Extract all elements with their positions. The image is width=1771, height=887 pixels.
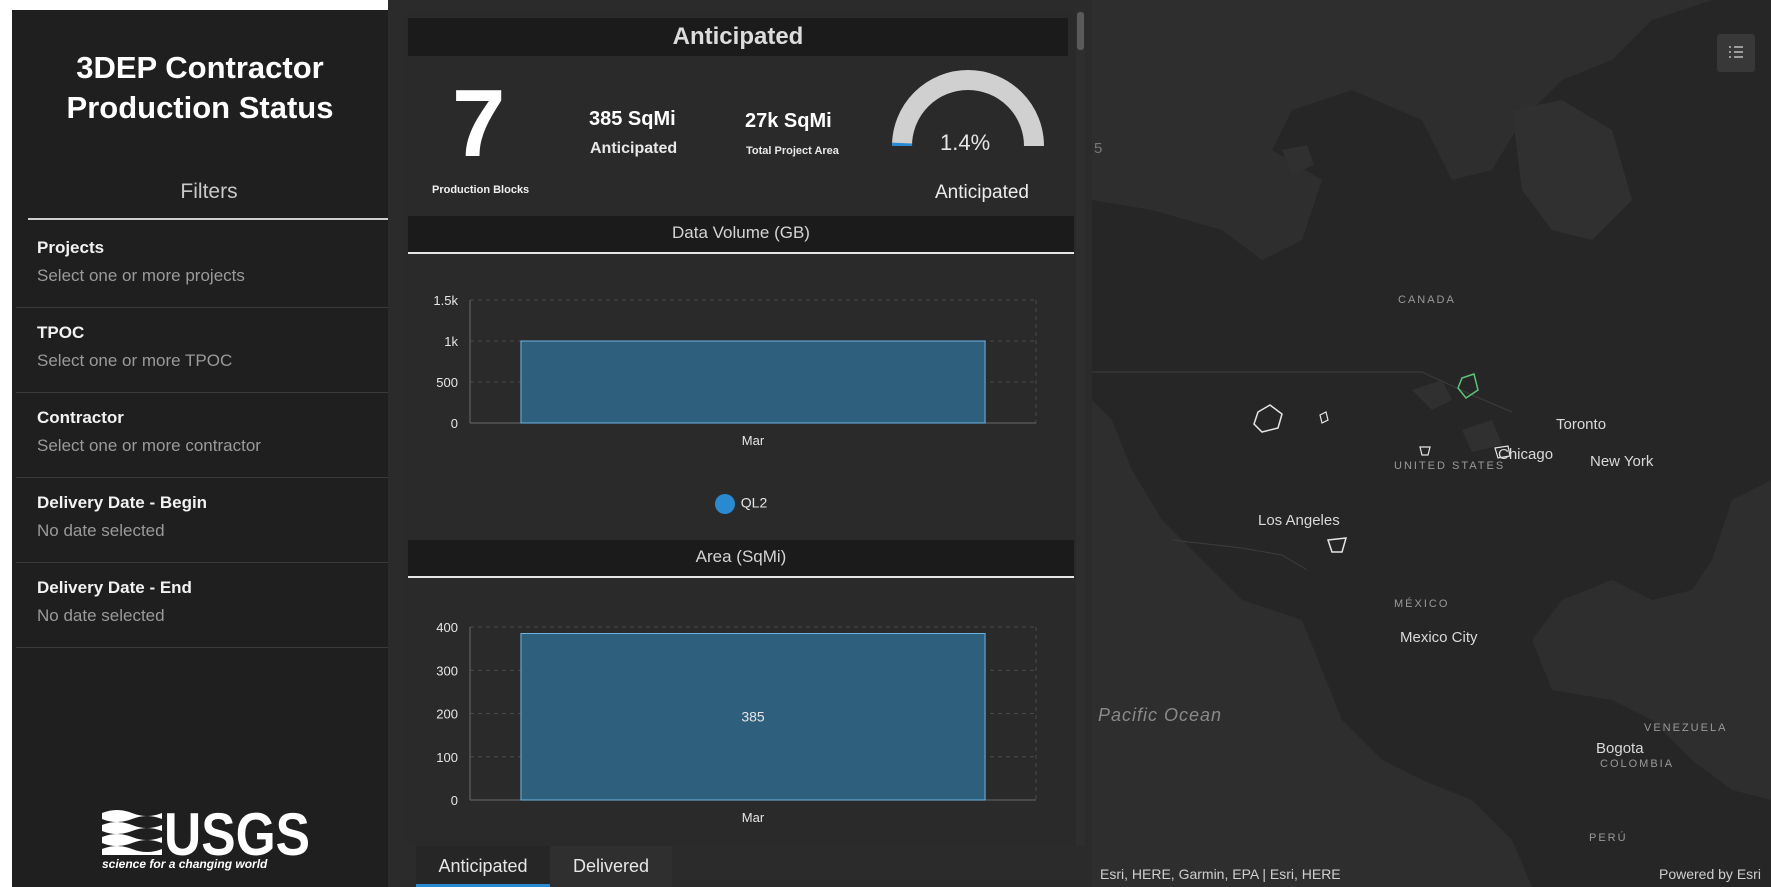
map-view[interactable]: CANADA UNITED STATES MÉXICO VENEZUELA CO… <box>1092 0 1771 887</box>
y-tick-label: 200 <box>436 707 458 722</box>
filter-projects[interactable]: Projects Select one or more projects <box>16 222 388 308</box>
tab-anticipated[interactable]: Anticipated <box>416 846 550 887</box>
map-label-canada: CANADA <box>1398 294 1456 306</box>
area-chart: 0 100 200 300 400 Mar 385 <box>408 580 1074 846</box>
y-tick-label: 0 <box>451 416 458 431</box>
y-tick-label: 1k <box>444 334 458 349</box>
app-title-line-2: Production Status <box>66 90 334 125</box>
usgs-tagline: science for a changing world <box>102 857 268 871</box>
y-tick-label: 0 <box>451 793 458 808</box>
bar <box>520 340 986 424</box>
gauge-value: 1.4% <box>940 130 991 155</box>
app-title: 3DEP Contractor Production Status <box>12 48 388 128</box>
powered-by-esri[interactable]: Powered by Esri <box>1659 866 1761 882</box>
y-tick-label: 400 <box>436 620 458 635</box>
list-icon <box>1729 46 1743 58</box>
filter-hint: Select one or more contractor <box>37 436 261 455</box>
filter-label: TPOC <box>37 323 85 342</box>
usgs-logo-text: USGS <box>164 805 310 857</box>
filter-tpoc[interactable]: TPOC Select one or more TPOC <box>16 307 388 393</box>
total-area-value: 27k SqMi <box>745 110 832 132</box>
production-blocks-value: 7 <box>452 70 506 177</box>
data-volume-chart-svg: 0 500 1k 1.5k Mar <box>433 293 1037 448</box>
data-label: 385 <box>741 709 765 725</box>
panel-title: Anticipated <box>408 18 1068 56</box>
filter-label: Contractor <box>37 408 124 427</box>
stats-panel: Anticipated 7 Production Blocks 385 SqMi… <box>402 10 1085 846</box>
map-label-mexico-city: Mexico City <box>1400 629 1478 646</box>
filter-hint: Select one or more TPOC <box>37 351 233 370</box>
data-volume-chart-title: Data Volume (GB) <box>408 216 1074 254</box>
anticipated-area-value: 385 SqMi <box>589 108 676 130</box>
map-label-los-angeles: Los Angeles <box>1258 512 1340 529</box>
panel-tabs: Anticipated Delivered <box>402 846 1092 887</box>
x-tick-label: Mar <box>742 810 765 825</box>
chart-legend: QL2 <box>408 494 1074 514</box>
filter-contractor[interactable]: Contractor Select one or more contractor <box>16 392 388 478</box>
gauge-label: Anticipated <box>934 182 1029 203</box>
map-label-peru: PERÚ <box>1589 832 1628 844</box>
map-label-toronto: Toronto <box>1556 416 1607 433</box>
y-tick-label: 1.5k <box>433 293 458 308</box>
filter-label: Delivery Date - Begin <box>37 493 208 512</box>
map-attribution: Esri, HERE, Garmin, EPA | Esri, HERE <box>1100 866 1341 882</box>
basemap <box>1092 0 1771 887</box>
filter-label: Delivery Date - End <box>37 578 192 597</box>
sidebar: 3DEP Contractor Production Status Filter… <box>12 10 390 887</box>
filter-delivery-date-end[interactable]: Delivery Date - End No date selected <box>16 562 388 648</box>
area-chart-title: Area (SqMi) <box>408 540 1074 578</box>
map-label-new-york: New York <box>1590 453 1654 470</box>
legend-swatch <box>714 494 735 514</box>
map-label-mexico: MÉXICO <box>1394 598 1450 610</box>
map-edge-label: 5 <box>1094 140 1103 157</box>
filter-label: Projects <box>37 238 105 257</box>
data-volume-chart: 0 500 1k 1.5k Mar QL2 <box>408 256 1074 536</box>
map-label-pacific-ocean: Pacific Ocean <box>1098 705 1223 725</box>
map-label-bogota: Bogota <box>1596 740 1644 757</box>
filters-heading: Filters <box>28 180 390 220</box>
map-label-chicago: Chicago <box>1498 446 1554 463</box>
map-label-colombia: COLOMBIA <box>1600 758 1675 770</box>
filter-delivery-date-begin[interactable]: Delivery Date - Begin No date selected <box>16 477 388 563</box>
filter-hint: No date selected <box>37 521 165 540</box>
app-title-line-1: 3DEP Contractor <box>76 50 324 85</box>
panel-scrollbar[interactable] <box>1076 10 1085 846</box>
y-tick-label: 300 <box>436 663 458 678</box>
total-area-label: Total Project Area <box>746 145 839 157</box>
legend-label: QL2 <box>740 494 768 511</box>
area-chart-svg: 0 100 200 300 400 Mar 385 <box>436 620 1037 825</box>
anticipated-area-label: Anticipated <box>590 140 678 157</box>
usgs-wave-icon: USGS <box>102 801 310 868</box>
legend-toggle-button[interactable] <box>1717 34 1755 72</box>
production-blocks-label: Production Blocks <box>432 184 530 196</box>
map-label-venezuela: VENEZUELA <box>1644 722 1728 734</box>
tab-delivered[interactable]: Delivered <box>550 846 672 887</box>
y-tick-label: 100 <box>436 750 458 765</box>
filter-hint: Select one or more projects <box>37 266 245 285</box>
filter-hint: No date selected <box>37 606 165 625</box>
y-tick-label: 500 <box>436 375 458 390</box>
x-tick-label: Mar <box>742 433 765 448</box>
scroll-thumb[interactable] <box>1077 12 1084 50</box>
usgs-logo: USGS science for a changing world <box>102 801 312 877</box>
map-label-united-states: UNITED STATES <box>1394 460 1506 472</box>
